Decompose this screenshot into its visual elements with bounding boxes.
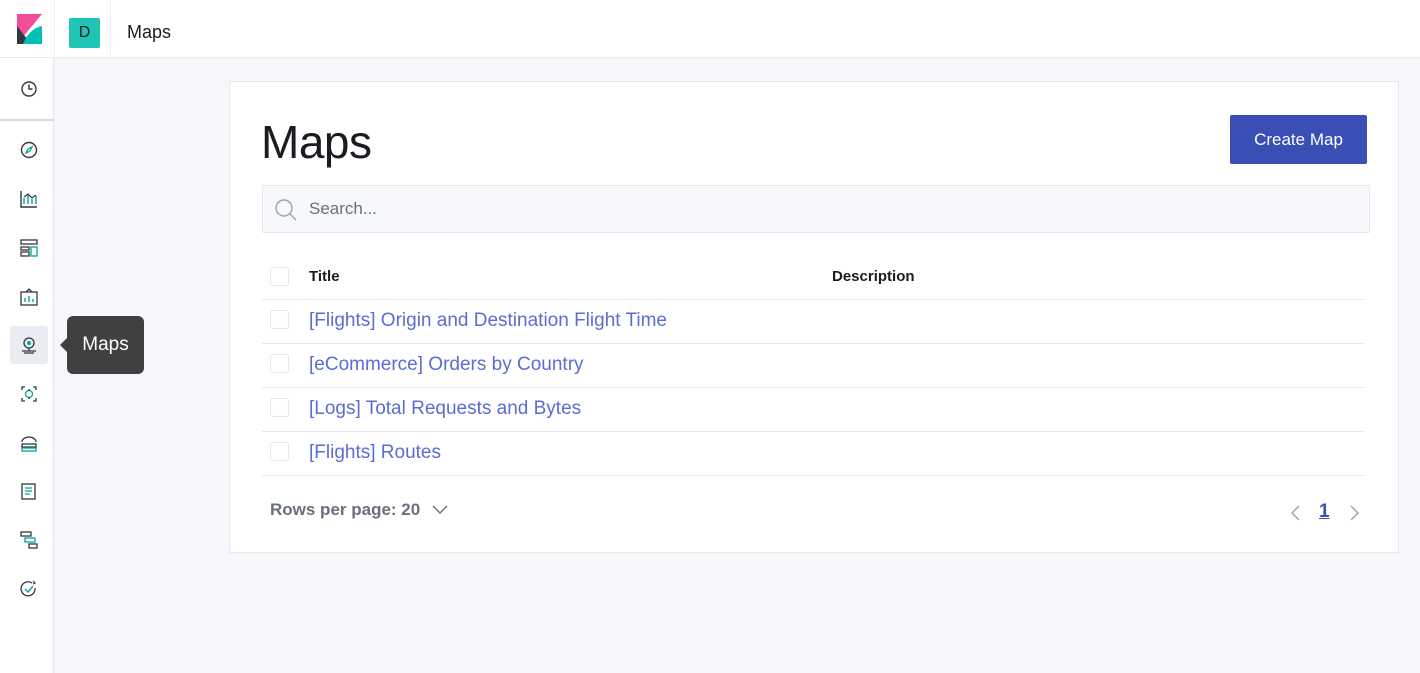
table-row: [Flights] Routes — [262, 432, 1365, 476]
rows-per-page-select[interactable]: Rows per page: 20 — [270, 500, 448, 520]
rows-per-page-label: Rows per page: 20 — [270, 500, 421, 519]
dashboard-icon — [20, 239, 38, 257]
nav-dashboard[interactable] — [10, 229, 48, 267]
map-title-link[interactable]: [eCommerce] Orders by Country — [309, 354, 584, 376]
space-avatar[interactable]: D — [69, 18, 100, 48]
nav-logs[interactable] — [10, 472, 48, 510]
breadcrumb: Maps — [127, 22, 172, 42]
table-row: [Flights] Origin and Destination Flight … — [262, 300, 1365, 344]
column-header-description[interactable]: Description — [832, 268, 915, 285]
ml-icon — [21, 386, 37, 402]
compass-icon — [20, 141, 38, 159]
clock-icon — [21, 81, 37, 97]
maps-icon — [22, 337, 36, 354]
chevron-right-icon[interactable] — [1344, 503, 1364, 523]
search-input[interactable] — [309, 186, 1349, 232]
row-checkbox[interactable] — [270, 398, 289, 417]
visualize-icon — [20, 191, 37, 208]
divider — [0, 119, 54, 121]
map-title-link[interactable]: [Logs] Total Requests and Bytes — [309, 398, 581, 420]
sidebar — [0, 58, 54, 673]
page-number[interactable]: 1 — [1319, 501, 1330, 523]
row-checkbox[interactable] — [270, 354, 289, 373]
kibana-logo-icon[interactable] — [15, 14, 43, 44]
table-row: [Logs] Total Requests and Bytes — [262, 388, 1365, 432]
logs-icon — [21, 483, 36, 500]
divider — [110, 0, 111, 58]
search-icon — [275, 199, 297, 221]
row-checkbox[interactable] — [270, 310, 289, 329]
table-row: [eCommerce] Orders by Country — [262, 344, 1365, 388]
nav-infrastructure[interactable] — [10, 424, 48, 462]
canvas-icon — [20, 288, 38, 306]
search-bar — [262, 185, 1370, 233]
nav-canvas[interactable] — [10, 278, 48, 316]
nav-uptime[interactable] — [10, 570, 48, 608]
top-bar: D Maps — [0, 0, 1420, 58]
nav-visualize[interactable] — [10, 180, 48, 218]
row-checkbox[interactable] — [270, 442, 289, 461]
map-title-link[interactable]: [Flights] Routes — [309, 442, 441, 464]
divider — [54, 0, 55, 58]
maps-panel: Maps Create Map Title Description [Fligh… — [229, 81, 1399, 553]
select-all-checkbox[interactable] — [270, 267, 289, 286]
pagination: 1 — [1280, 499, 1370, 529]
table-header: Title Description — [262, 255, 1365, 300]
column-header-title[interactable]: Title — [309, 268, 340, 285]
nav-apm[interactable] — [10, 521, 48, 559]
create-map-button[interactable]: Create Map — [1230, 115, 1367, 164]
nav-machine-learning[interactable] — [10, 375, 48, 413]
chevron-down-icon — [432, 505, 448, 514]
maps-tooltip: Maps — [60, 316, 144, 374]
page-title: Maps — [261, 116, 372, 168]
apm-icon — [20, 531, 38, 549]
nav-discover[interactable] — [10, 131, 48, 169]
chevron-left-icon[interactable] — [1286, 503, 1306, 523]
infrastructure-icon — [21, 436, 37, 452]
nav-maps[interactable] — [10, 326, 48, 364]
uptime-icon — [20, 580, 37, 597]
recently-viewed-button[interactable] — [10, 70, 48, 108]
map-title-link[interactable]: [Flights] Origin and Destination Flight … — [309, 310, 667, 332]
